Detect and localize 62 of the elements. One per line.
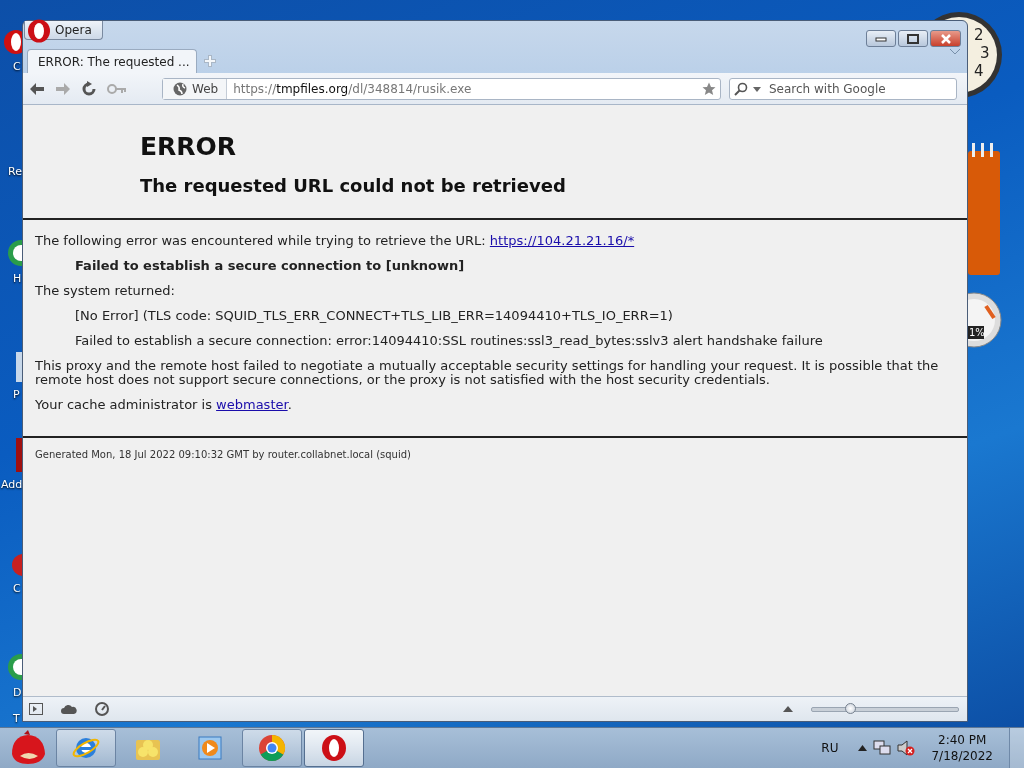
media-player-icon (196, 734, 224, 762)
search-icon (734, 81, 748, 96)
link[interactable]: webmaster (216, 397, 288, 412)
error-message: The system returned: (35, 284, 176, 298)
error-message: [No Error] (TLS code: SQUID_TLS_ERR_CONNECT+TLS_LIB_ERR=14094410+TLS_IO_ERR=1) (74, 309, 674, 323)
error-message: Failed to establish a secure connection: error:14094410:SSL routines:ssl3_read_bytes:sslv3 alert handshake failure (74, 334, 824, 348)
error-message: Your cache administrator is webmaster. (35, 398, 293, 412)
desktop-icon-label: D (13, 686, 22, 699)
desktop-icon (16, 438, 22, 472)
show-desktop-button[interactable] (1009, 728, 1024, 768)
language-indicator[interactable]: RU (821, 741, 839, 755)
error-message: The following error was encountered while trying to retrieve the URL: https://104.21.21.16/* (35, 234, 636, 248)
desktop-icon-label: T (13, 712, 20, 725)
browser-tab[interactable]: ERROR: The requested ... (27, 49, 197, 73)
cloud-icon[interactable] (61, 703, 77, 715)
desktop-icon-label: Re (8, 165, 22, 178)
error-subtitle: The requested URL could not be retrieved (140, 175, 567, 196)
key-icon[interactable] (107, 83, 127, 94)
desktop-icon (16, 352, 22, 382)
opera-logo-icon (320, 734, 348, 762)
close-icon (939, 33, 952, 44)
taskbar-app-button[interactable] (56, 729, 116, 767)
panel-icon[interactable] (29, 703, 43, 715)
desktop-icon-label: H (13, 272, 22, 285)
maximize-button[interactable] (898, 30, 928, 47)
link[interactable]: https://104.21.21.16/* (489, 233, 635, 248)
maximize-icon (907, 33, 919, 44)
star-icon[interactable] (702, 81, 716, 96)
reload-icon[interactable] (81, 80, 97, 97)
desktop-icon-label: C (13, 582, 21, 595)
opera-logo-icon (27, 19, 51, 43)
speedometer-icon[interactable] (95, 702, 109, 716)
caret-icon[interactable] (753, 86, 761, 92)
globe-icon (173, 81, 187, 96)
desktop-icon (12, 554, 22, 576)
close-button[interactable] (930, 30, 961, 47)
dropdown-icon[interactable] (949, 48, 961, 56)
address-field[interactable]: https://tmpfiles.org/dl/348814/rusik.exe (227, 81, 702, 96)
muted-speaker-icon[interactable] (897, 740, 916, 756)
back-icon[interactable] (29, 81, 45, 96)
slider-thumb[interactable] (845, 702, 857, 714)
up-arrow-icon[interactable] (858, 745, 868, 751)
opera-menu-button[interactable]: Opera (24, 21, 103, 40)
desktop-icon-label: Add (1, 478, 23, 491)
search-field[interactable]: Search with Google (729, 77, 957, 100)
network-icon[interactable] (873, 740, 892, 756)
clock-date: 7/18/2022 (931, 749, 993, 763)
desktop-icon-label: P (13, 388, 20, 401)
error-title: ERROR (140, 132, 238, 161)
site-info-badge[interactable]: Web (163, 78, 228, 99)
clock-time: 2:40 PM (938, 733, 987, 747)
footer-text: Generated Mon, 18 Jul 2022 09:10:32 GMT by router.collabnet.local (squid) (34, 448, 412, 462)
error-message: This proxy and the remote host failed to negotiate a mutually acceptable security settings for handling your request. It is possible that the remote host does not support secure connections, or the proxy is not satisfied with the host security credentials. (35, 359, 940, 387)
up-arrow-icon[interactable] (783, 706, 793, 712)
minimize-icon (875, 35, 887, 42)
taskbar-app-button[interactable] (242, 729, 302, 767)
desktop-icon-label: C (13, 60, 21, 73)
forward-icon[interactable] (55, 81, 71, 96)
browser-icon (258, 734, 286, 762)
taskbar-app-button[interactable] (304, 729, 364, 767)
error-message: Failed to establish a secure connection to [unknown] (74, 259, 466, 273)
zoom-slider[interactable] (811, 706, 959, 712)
